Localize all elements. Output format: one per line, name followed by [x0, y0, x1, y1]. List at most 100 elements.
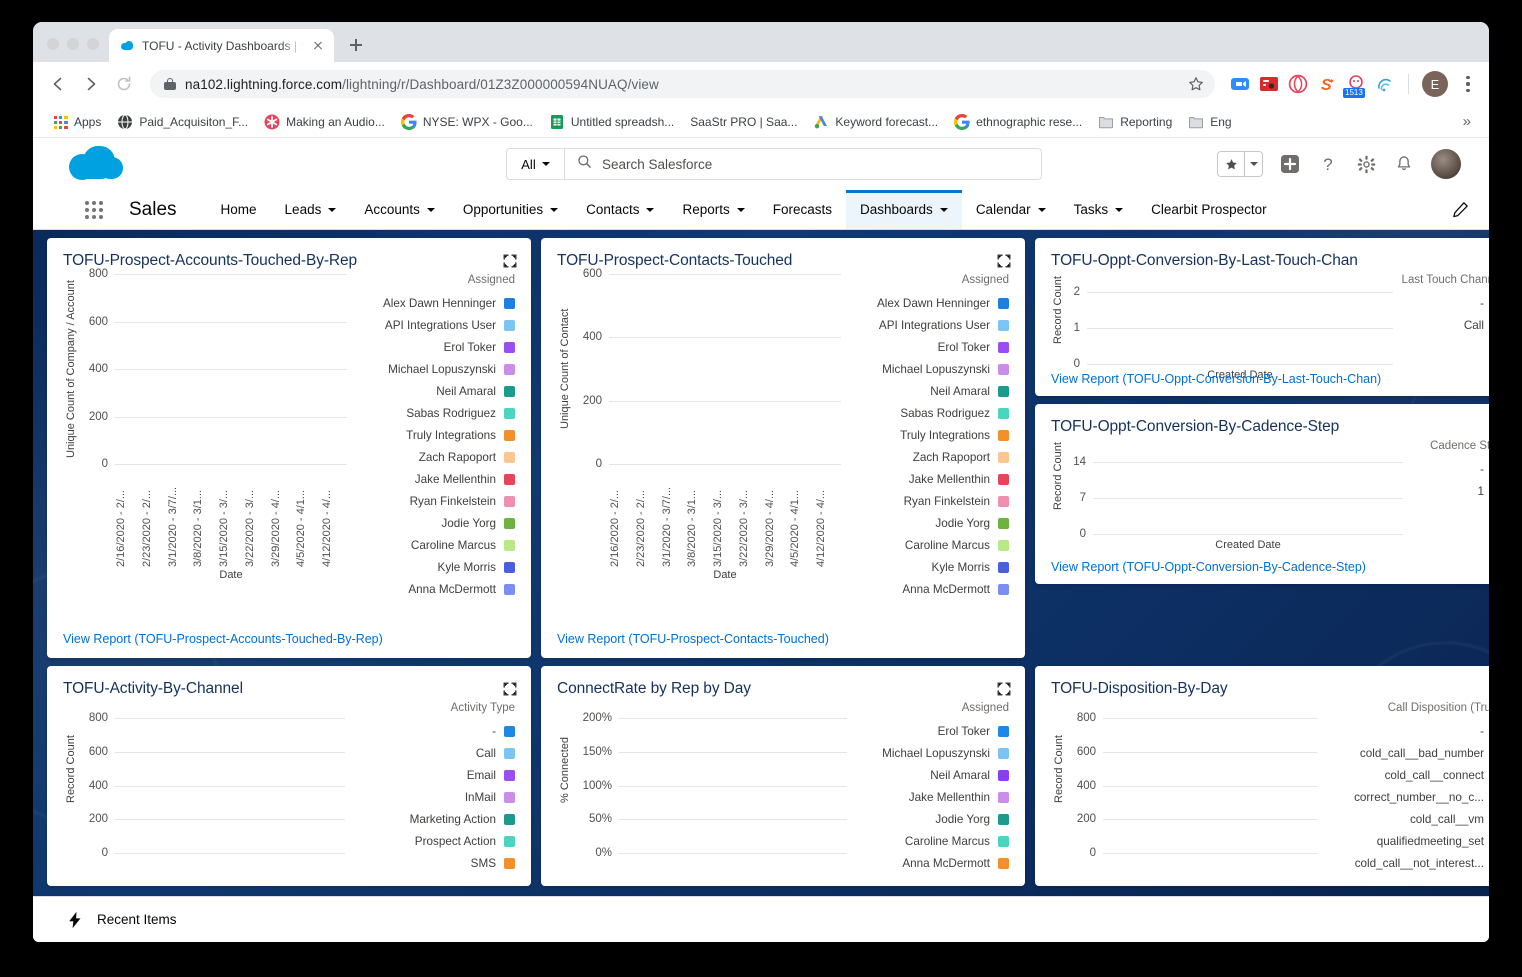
legend-entry[interactable]: Jake Mellenthin: [853, 786, 1009, 808]
legend-entry[interactable]: Neil Amaral: [853, 764, 1009, 786]
legend-entry[interactable]: -: [351, 720, 515, 742]
bar-slot[interactable]: [295, 274, 321, 464]
legend-entry[interactable]: Zach Rapoport: [353, 446, 515, 468]
legend-entry[interactable]: Ryan Finkelstein: [847, 490, 1009, 512]
bar-series[interactable]: [115, 718, 345, 853]
bar-slot[interactable]: [609, 274, 635, 464]
reload-button[interactable]: [109, 69, 139, 99]
bar-slot[interactable]: [1148, 292, 1209, 364]
bar-slot[interactable]: [1269, 718, 1293, 853]
nav-item-reports[interactable]: Reports: [668, 190, 758, 229]
bar-slot[interactable]: [1334, 462, 1368, 534]
lattice-extension-icon[interactable]: [1288, 74, 1308, 94]
outreach-extension-icon[interactable]: [1259, 74, 1279, 94]
back-button[interactable]: [43, 69, 73, 99]
app-launcher-button[interactable]: [85, 190, 113, 229]
maximize-window-button[interactable]: [87, 38, 99, 50]
bar-slot[interactable]: [1093, 462, 1127, 534]
bar-slot[interactable]: [270, 274, 296, 464]
setup-gear-button[interactable]: [1355, 153, 1377, 175]
bar-slot[interactable]: [167, 274, 193, 464]
bar-slot[interactable]: [1103, 718, 1127, 853]
nav-item-accounts[interactable]: Accounts: [350, 190, 449, 229]
bar-slot[interactable]: [635, 274, 661, 464]
legend-entry[interactable]: Marketing Action: [351, 808, 515, 830]
bar-slot[interactable]: [217, 718, 243, 853]
profile-button[interactable]: E: [1422, 71, 1448, 97]
bar-slot[interactable]: [789, 274, 815, 464]
legend-entry[interactable]: SMS: [351, 852, 515, 874]
legend-entry[interactable]: Erol Toker: [353, 336, 515, 358]
bookmark-ethnographic-research[interactable]: ethnographic rese...: [947, 111, 1089, 133]
bar-slot[interactable]: [320, 718, 346, 853]
bar-slot[interactable]: [166, 718, 192, 853]
bar-slot[interactable]: [1087, 292, 1148, 364]
legend-entry[interactable]: Michael Lopuszynski: [847, 358, 1009, 380]
bar-slot[interactable]: [1174, 718, 1198, 853]
legend-entry[interactable]: Neil Amaral: [847, 380, 1009, 402]
legend-entry[interactable]: Sabas Rodriguez: [353, 402, 515, 424]
bar-slot[interactable]: [243, 718, 269, 853]
bar-slot[interactable]: [1222, 718, 1246, 853]
legend-entry[interactable]: Sabas Rodriguez: [847, 402, 1009, 424]
bookmark-apps[interactable]: Apps: [45, 111, 108, 133]
legend-entry[interactable]: Jodie Yorg: [853, 808, 1009, 830]
bar-series[interactable]: [619, 718, 847, 853]
bar-slot[interactable]: [746, 718, 771, 853]
legend-entry[interactable]: correct_number__no_c...: [1323, 786, 1489, 808]
forward-button[interactable]: [76, 69, 106, 99]
help-button[interactable]: ?: [1317, 153, 1339, 175]
bar-slot[interactable]: [268, 718, 294, 853]
bar-series[interactable]: [1103, 718, 1317, 853]
bar-slot[interactable]: [115, 274, 141, 464]
nav-item-clearbit-prospector[interactable]: Clearbit Prospector: [1137, 190, 1281, 229]
browser-tab[interactable]: TOFU - Activity Dashboards | S: [109, 29, 334, 62]
legend-entry[interactable]: Anna McDermott: [853, 852, 1009, 874]
bar-slot[interactable]: [815, 274, 841, 464]
bar-slot[interactable]: [1369, 462, 1403, 534]
bar-series[interactable]: [1087, 292, 1393, 364]
view-report-link[interactable]: View Report (TOFU-Prospect-Accounts-Touc…: [63, 632, 383, 646]
legend-entry[interactable]: Call: [351, 742, 515, 764]
bar-slot[interactable]: [796, 718, 821, 853]
legend-entry[interactable]: InMail: [351, 786, 515, 808]
bar-slot[interactable]: [244, 274, 270, 464]
legend-entry[interactable]: Alex Dawn Henninger: [847, 292, 1009, 314]
bar-slot[interactable]: [1231, 462, 1265, 534]
expand-icon[interactable]: [997, 682, 1011, 696]
bar-slot[interactable]: [738, 274, 764, 464]
legend-entry[interactable]: Jodie Yorg: [847, 512, 1009, 534]
legend-entry[interactable]: Zach Rapoport: [847, 446, 1009, 468]
bar-slot[interactable]: [619, 718, 644, 853]
legend-entry[interactable]: Caroline Marcus: [847, 534, 1009, 556]
bookmark-saastr-pro[interactable]: SaaStr PRO | Saa...: [683, 112, 804, 132]
bar-slot[interactable]: [192, 718, 218, 853]
bookmark-making-an-audio[interactable]: Making an Audio...: [257, 111, 392, 133]
legend-entry[interactable]: Erol Toker: [853, 720, 1009, 742]
bar-slot[interactable]: [192, 274, 218, 464]
bar-slot[interactable]: [1209, 292, 1270, 364]
bookmark-folder-reporting[interactable]: Reporting: [1091, 111, 1179, 133]
bar-slot[interactable]: [1271, 292, 1332, 364]
nav-item-tasks[interactable]: Tasks: [1060, 190, 1138, 229]
legend-entry[interactable]: -: [1409, 458, 1489, 480]
bar-slot[interactable]: [1127, 462, 1161, 534]
bar-slot[interactable]: [294, 718, 320, 853]
bar-slot[interactable]: [141, 718, 167, 853]
bar-slot[interactable]: [1332, 292, 1393, 364]
search-box[interactable]: [564, 148, 1042, 180]
legend-entry[interactable]: Kyle Morris: [847, 556, 1009, 578]
view-report-link[interactable]: View Report (TOFU-Prospect-Contacts-Touc…: [557, 632, 829, 646]
bar-slot[interactable]: [321, 274, 347, 464]
legend-entry[interactable]: Jodie Yorg: [353, 512, 515, 534]
nav-item-forecasts[interactable]: Forecasts: [759, 190, 846, 229]
bar-slot[interactable]: [771, 718, 796, 853]
bar-slot[interactable]: [1198, 718, 1222, 853]
legend-entry[interactable]: Erol Toker: [847, 336, 1009, 358]
legend-entry[interactable]: Caroline Marcus: [853, 830, 1009, 852]
favorites-star-button[interactable]: [1217, 151, 1263, 177]
nav-item-home[interactable]: Home: [207, 190, 271, 229]
bookmark-keyword-forecast[interactable]: Keyword forecast...: [806, 111, 945, 133]
bar-slot[interactable]: [1246, 718, 1270, 853]
legend-entry[interactable]: Jake Mellenthin: [847, 468, 1009, 490]
